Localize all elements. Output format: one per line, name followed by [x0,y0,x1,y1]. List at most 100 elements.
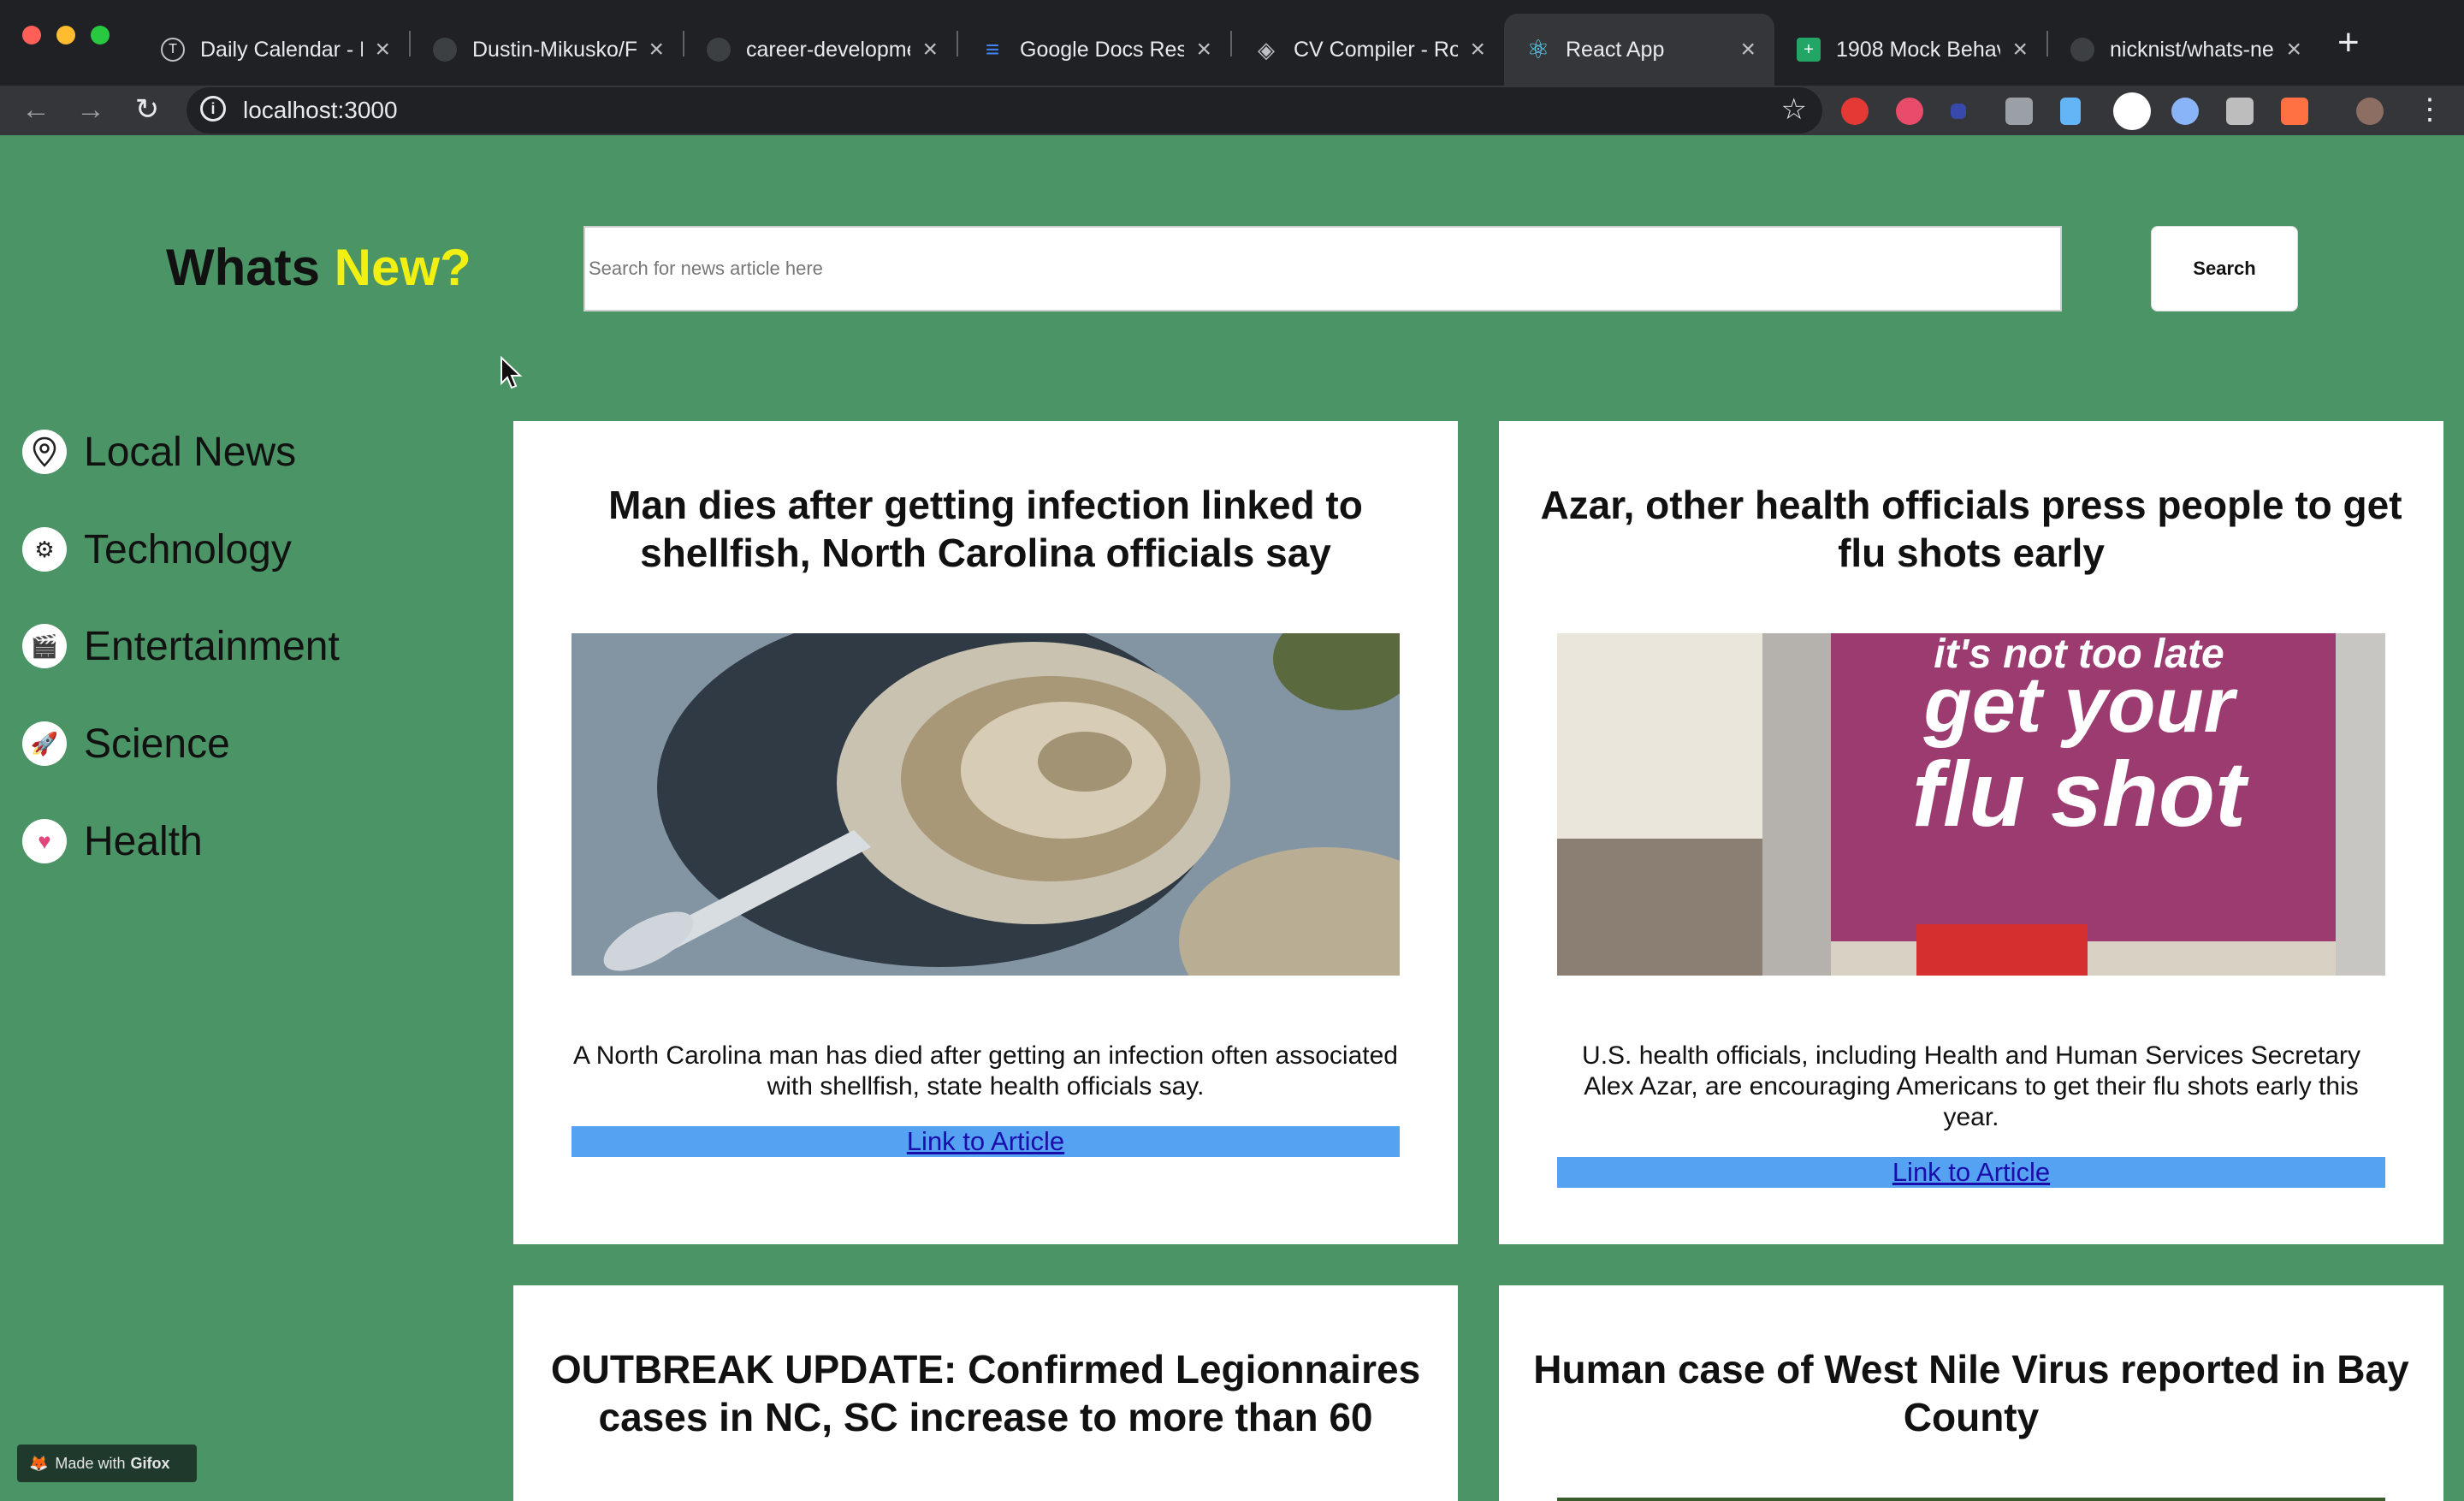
close-icon[interactable]: × [2286,35,2301,64]
article-title: Human case of West Nile Virus reported i… [1533,1347,2409,1439]
article-link-bar: Link to Article [1557,1157,2385,1188]
window-zoom-button[interactable] [91,26,110,44]
heart-icon: ♥ [22,819,67,863]
browser-toolbar: ← → ↻ i localhost:3000 ☆ ⋮ [0,86,2464,135]
close-icon[interactable]: × [375,35,390,64]
close-icon[interactable]: × [2012,35,2028,64]
back-arrow-icon[interactable]: ← [15,89,56,130]
window-minimize-button[interactable] [56,26,75,44]
sidebar-item-technology[interactable]: ⚙ Technology [22,522,292,577]
browser-tab[interactable]: Dustin-Mikusko/F × [411,14,683,86]
sidebar-item-label: Entertainment [84,623,340,669]
close-icon[interactable]: × [1196,35,1211,64]
extension-tab-icon[interactable] [1896,98,1923,125]
rocket-icon: 🚀 [22,721,67,766]
browser-tab[interactable]: career-developme × [684,14,957,86]
sidebar-item-label: Technology [84,526,292,573]
image-caption-line: flu shot [1912,742,2249,845]
article-card: Human case of West Nile Virus reported i… [1499,1285,2443,1501]
article-card: OUTBREAK UPDATE: Confirmed Legionnaires … [513,1285,1458,1501]
article-card: Azar, other health officials press peopl… [1499,421,2443,1244]
mouse-cursor-icon [500,356,523,389]
extension-orange-icon[interactable] [2281,98,2308,125]
browser-tab[interactable]: nicknist/whats-ne × [2048,14,2320,86]
extension-circle-icon[interactable] [2171,98,2199,125]
browser-tab-active[interactable]: ⚛ React App × [1504,14,1774,86]
extension-h-icon[interactable] [2226,98,2254,125]
timely-icon: T [161,38,185,62]
app-title-accent: New? [334,239,471,296]
sheets-icon: + [1797,38,1821,62]
bookmark-star-icon[interactable]: ☆ [1781,92,1807,127]
window-close-button[interactable] [22,26,41,44]
article-link[interactable]: Link to Article [1892,1157,2050,1187]
search-button[interactable]: Search [2151,226,2298,311]
browser-tab[interactable]: + 1908 Mock Behav × [1774,14,2046,86]
watermark-brand: Gifox [130,1454,170,1472]
browser-tab[interactable]: ◈ CV Compiler - Ro × [1232,14,1504,86]
tab-title: CV Compiler - Ro [1294,37,1459,62]
sidebar-item-health[interactable]: ♥ Health [22,814,203,869]
extension-pen-icon[interactable] [2060,98,2081,125]
url-text[interactable]: localhost:3000 [243,97,398,124]
browser-tab[interactable]: T Daily Calendar - F × [139,14,409,86]
close-icon[interactable]: × [1740,35,1756,64]
site-info-icon[interactable]: i [200,96,226,122]
article-image [572,633,1400,976]
sidebar-item-label: Local News [84,429,297,475]
article-title: OUTBREAK UPDATE: Confirmed Legionnaires … [550,1347,1421,1439]
close-icon[interactable]: × [922,35,938,64]
sidebar-item-science[interactable]: 🚀 Science [22,716,230,771]
gifox-watermark: 🦊 Made with Gifox [17,1445,197,1482]
article-image [1557,1498,2385,1501]
brain-gear-icon: ⚙ [22,527,67,572]
browser-tab[interactable]: ≡ Google Docs Res × [958,14,1230,86]
watermark-prefix: Made with [55,1454,126,1472]
search-input[interactable] [583,226,2062,311]
extension-camera-icon[interactable] [2005,98,2033,125]
sidebar-item-label: Health [84,818,203,864]
sidebar-item-entertainment[interactable]: 🎬 Entertainment [22,619,340,673]
github-icon [707,38,731,62]
article-card: Man dies after getting infection linked … [513,421,1458,1244]
extension-square-icon[interactable] [1951,104,1966,119]
new-tab-button[interactable]: + [2337,22,2360,63]
forward-arrow-icon[interactable]: → [70,89,111,130]
extension-compass-icon[interactable] [2113,92,2151,130]
article-description: U.S. health officials, including Health … [1582,1041,2360,1131]
article-description: A North Carolina man has died after gett… [573,1041,1398,1101]
app-root: Whats New? Search Local News ⚙ Technolog… [0,135,2464,1501]
react-icon: ⚛ [1526,35,1550,64]
clapperboard-icon: 🎬 [22,624,67,668]
article-link[interactable]: Link to Article [907,1126,1064,1156]
tab-title: Dustin-Mikusko/F [472,37,637,62]
tab-title: React App [1566,37,1665,62]
profile-avatar[interactable] [2356,98,2384,125]
address-bar[interactable]: i localhost:3000 ☆ [187,87,1822,133]
close-icon[interactable]: × [649,35,664,64]
app-title: Whats New? [166,238,471,297]
tab-title: 1908 Mock Behav [1836,37,2001,62]
github-icon [433,38,457,62]
tab-title: Daily Calendar - F [200,37,364,62]
tab-title: nicknist/whats-ne [2110,37,2274,62]
article-title: Azar, other health officials press peopl… [1540,483,2402,575]
article-title: Man dies after getting infection linked … [608,483,1363,575]
close-icon[interactable]: × [1470,35,1485,64]
github-icon [2070,38,2094,62]
menu-kebab-icon[interactable]: ⋮ [2409,89,2450,130]
article-link-bar: Link to Article [572,1126,1400,1157]
reload-icon[interactable]: ↻ [127,89,168,130]
filter-icon: ≡ [985,36,1000,62]
browser-tab-strip: T Daily Calendar - F × Dustin-Mikusko/F … [0,0,2464,86]
map-pin-icon [22,430,67,474]
extension-stop-icon[interactable] [1841,98,1869,125]
article-image: it's not too late get your flu shot [1557,633,2385,976]
sidebar-item-label: Science [84,721,230,767]
sidebar-item-local-news[interactable]: Local News [22,424,296,479]
tab-title: Google Docs Res [1020,37,1185,62]
fox-icon: 🦊 [29,1454,49,1472]
tab-title: career-developme [746,37,911,62]
layers-icon: ◈ [1258,36,1275,62]
image-caption-line: get your [1923,662,2238,749]
